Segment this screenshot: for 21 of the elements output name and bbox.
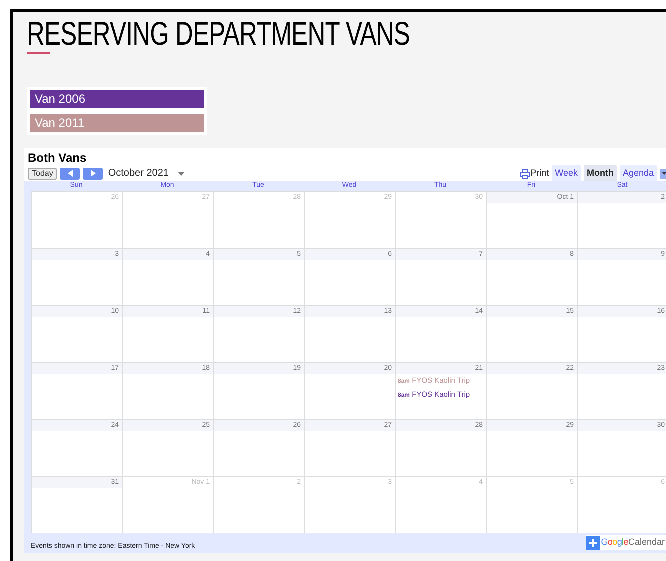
plus-icon (586, 536, 600, 550)
today-button[interactable]: Today (28, 168, 58, 180)
view-tab[interactable]: Agenda (620, 165, 657, 182)
page-title: RESERVING DEPARTMENT VANS (27, 16, 410, 52)
month-label: October 2021 (108, 167, 169, 181)
view-tab[interactable]: Week (552, 165, 581, 182)
view-tab[interactable]: Month (584, 165, 617, 182)
google-calendar-badge[interactable]: GoogleCalendar (586, 535, 666, 550)
right-arrow-icon (90, 170, 96, 177)
calendar-title: Both Vans (27, 152, 88, 165)
next-button[interactable] (83, 168, 104, 180)
left-arrow-icon (68, 170, 73, 177)
print-button[interactable]: Print (520, 166, 550, 180)
brand-calendar: Calendar (628, 536, 665, 549)
caret-icon (662, 172, 666, 175)
view-menu-button[interactable] (660, 168, 666, 178)
brand-google: Google (601, 536, 628, 549)
previous-button[interactable] (60, 168, 80, 180)
dropdown-caret-icon[interactable] (178, 172, 185, 176)
calendar-label[interactable]: Van 2006 (30, 90, 204, 108)
printer-icon (520, 168, 530, 178)
